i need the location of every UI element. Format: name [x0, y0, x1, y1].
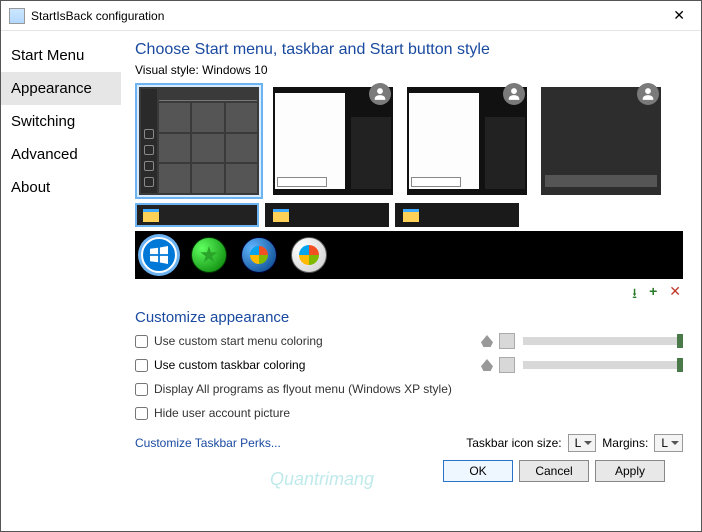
user-icon	[503, 83, 525, 105]
taskbar-style-2[interactable]	[265, 203, 389, 227]
taskbar-icon-size-select[interactable]: L	[568, 434, 597, 452]
section-heading: Choose Start menu, taskbar and Start but…	[135, 41, 683, 59]
user-icon	[369, 83, 391, 105]
nav-appearance[interactable]: Appearance	[1, 72, 121, 105]
sidebar: Start Menu Appearance Switching Advanced…	[1, 31, 121, 531]
start-button-row	[135, 231, 683, 279]
menu-style-win7-light[interactable]	[403, 83, 531, 199]
taskbar-color-swatch[interactable]	[499, 357, 515, 373]
menu-style-row	[135, 83, 683, 199]
ok-button[interactable]: OK	[443, 460, 513, 482]
taskbar-icon-size-label: Taskbar icon size:	[466, 436, 561, 450]
windows-flag-icon	[150, 246, 168, 264]
window-title: StartIsBack configuration	[31, 9, 665, 23]
link-customize-perks[interactable]: Customize Taskbar Perks...	[135, 436, 281, 450]
checkbox-flyout-menu[interactable]	[135, 383, 148, 396]
user-icon	[637, 83, 659, 105]
label-hide-account-pic: Hide user account picture	[154, 406, 290, 420]
cancel-button[interactable]: Cancel	[519, 460, 589, 482]
start-orb-win10[interactable]	[141, 237, 177, 273]
add-style-icon[interactable]: +	[647, 283, 659, 307]
folder-icon	[273, 209, 289, 222]
margins-label: Margins:	[602, 436, 648, 450]
nav-start-menu[interactable]: Start Menu	[1, 39, 121, 72]
checkbox-hide-account-pic[interactable]	[135, 407, 148, 420]
folder-icon	[403, 209, 419, 222]
title-bar: StartIsBack configuration ✕	[1, 1, 701, 31]
margins-select[interactable]: L	[654, 434, 683, 452]
customize-heading: Customize appearance	[135, 309, 683, 326]
main-panel: Choose Start menu, taskbar and Start but…	[121, 31, 701, 531]
menu-style-win7-dark[interactable]	[269, 83, 397, 199]
visual-style-value: Windows 10	[202, 63, 267, 77]
visual-style-label: Visual style:	[135, 63, 199, 77]
start-orb-colorful[interactable]	[291, 237, 327, 273]
label-custom-start-coloring: Use custom start menu coloring	[154, 334, 481, 348]
eyedropper-icon[interactable]	[481, 359, 493, 371]
taskbar-style-1[interactable]	[135, 203, 259, 227]
checkbox-custom-start-coloring[interactable]	[135, 335, 148, 348]
download-style-icon[interactable]: ⭳	[630, 283, 639, 307]
close-button[interactable]: ✕	[665, 5, 693, 26]
label-custom-taskbar-coloring: Use custom taskbar coloring	[154, 358, 481, 372]
start-orb-clover[interactable]	[191, 237, 227, 273]
folder-icon	[143, 209, 159, 222]
checkbox-custom-taskbar-coloring[interactable]	[135, 359, 148, 372]
start-orb-win7[interactable]	[241, 237, 277, 273]
dialog-buttons: OK Cancel Apply	[135, 452, 683, 492]
eyedropper-icon[interactable]	[481, 335, 493, 347]
apply-button[interactable]: Apply	[595, 460, 665, 482]
nav-advanced[interactable]: Advanced	[1, 138, 121, 171]
style-actions: ⭳ + ✕	[135, 283, 683, 307]
nav-about[interactable]: About	[1, 171, 121, 204]
menu-style-win10[interactable]	[135, 83, 263, 199]
visual-style-row: Visual style: Windows 10	[135, 63, 683, 77]
label-flyout-menu: Display All programs as flyout menu (Win…	[154, 382, 452, 396]
remove-style-icon[interactable]: ✕	[667, 283, 683, 307]
start-color-slider[interactable]	[523, 337, 683, 345]
app-icon	[9, 8, 25, 24]
taskbar-color-slider[interactable]	[523, 361, 683, 369]
menu-style-flat-dark[interactable]	[537, 83, 665, 199]
start-color-swatch[interactable]	[499, 333, 515, 349]
taskbar-style-3[interactable]	[395, 203, 519, 227]
nav-switching[interactable]: Switching	[1, 105, 121, 138]
taskbar-style-row	[135, 203, 683, 227]
